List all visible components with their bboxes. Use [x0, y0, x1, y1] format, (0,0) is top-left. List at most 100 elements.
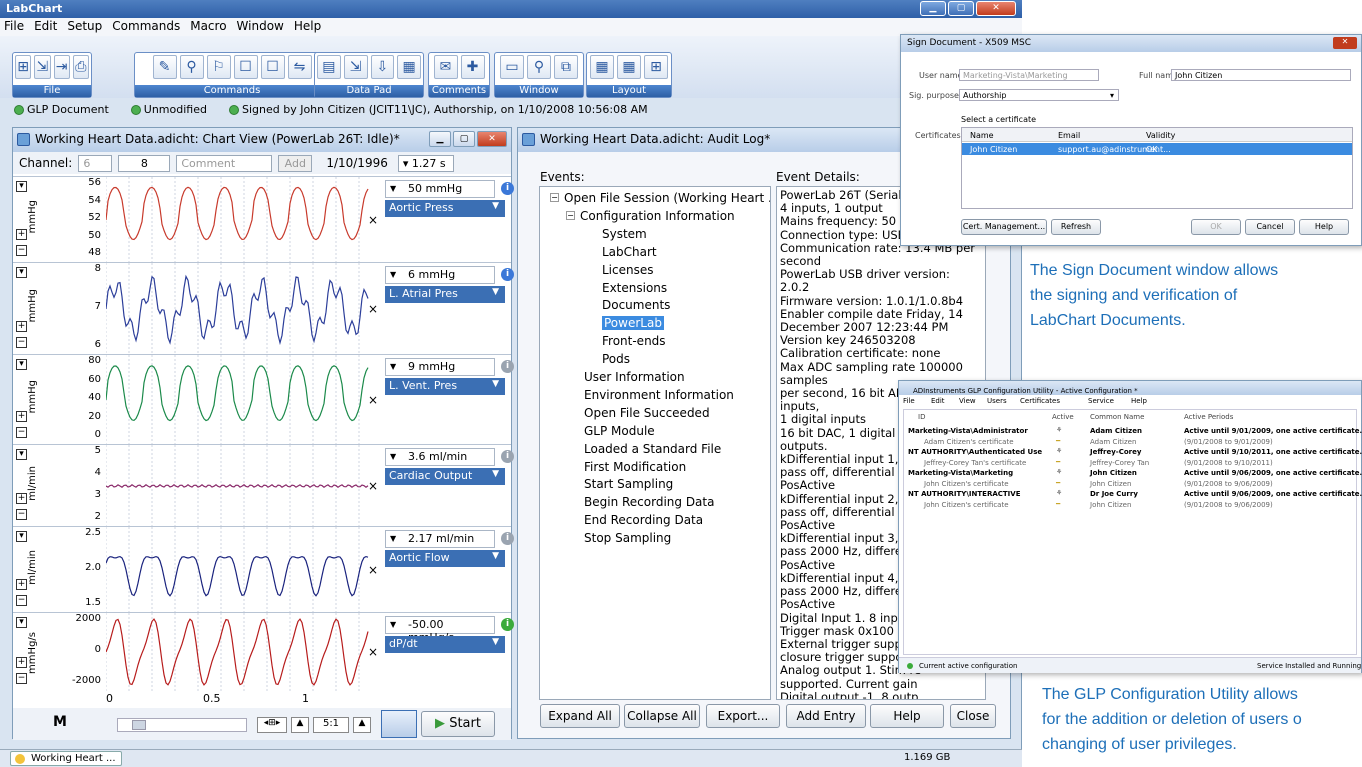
glp-menu-item[interactable]: Users	[987, 397, 1007, 405]
time-scale-dropdown[interactable]: ▾ 1.27 s	[397, 154, 454, 172]
toolbar-icon[interactable]: ☐	[260, 55, 285, 79]
scrollbar-thumb[interactable]	[132, 720, 146, 730]
full-name-field[interactable]: John Citizen	[1171, 69, 1351, 81]
glp-row[interactable]: Jeffrey-Corey Tan's certificate ━ Jeffrey-…	[904, 458, 1356, 468]
menu-item-file[interactable]: File	[4, 19, 24, 35]
toolbar-icon[interactable]: ⇥	[53, 55, 70, 79]
toolbar-icon[interactable]: ▤	[317, 55, 341, 79]
tree-item[interactable]: Stop Sampling	[584, 531, 671, 545]
glp-row[interactable]: Adam Citizen's certificate ━ Adam Citizen (…	[904, 437, 1356, 447]
channel-plot[interactable]: ×	[105, 613, 382, 691]
start-button[interactable]: ▶ Start	[421, 711, 495, 737]
toolbar-icon[interactable]: ⇲	[343, 55, 368, 79]
channel-name-dropdown[interactable]: dP/dt	[385, 636, 505, 653]
glp-menu-item[interactable]: Service	[1088, 397, 1114, 405]
glp-column-header[interactable]: Active	[1052, 413, 1074, 421]
add-comment-button[interactable]: Add	[278, 154, 313, 172]
scale-plus-icon[interactable]: +	[16, 321, 27, 332]
menu-item-commands[interactable]: Commands	[112, 19, 180, 35]
fit-view-button[interactable]: ◂⊞▸	[257, 717, 287, 733]
sig-purpose-select[interactable]: Authorship ▾	[959, 89, 1119, 101]
taskbar-item[interactable]: Working Heart ...	[10, 751, 122, 766]
tree-item[interactable]: User Information	[584, 370, 685, 384]
toolbar-group-label[interactable]: File	[13, 85, 91, 97]
toolbar-group-label[interactable]: Layout	[587, 85, 671, 97]
maximize-button[interactable]: ▢	[948, 1, 974, 16]
toolbar-group-label[interactable]: Data Pad	[315, 85, 423, 97]
events-tree[interactable]: − Open File Session (Working Heart ... − Co…	[539, 186, 771, 700]
tree-item[interactable]: GLP Module	[584, 424, 655, 438]
toolbar-icon[interactable]: ✚	[460, 55, 485, 79]
range-dropdown[interactable]: ▼ 3.6 ml/min	[385, 448, 495, 466]
collapse-icon[interactable]: −	[550, 193, 559, 202]
scale-minus-icon[interactable]: −	[16, 427, 27, 438]
tree-item[interactable]: Front-ends	[602, 334, 666, 348]
toolbar-icon[interactable]: ⚲	[527, 55, 551, 79]
toolbar-icon[interactable]: ⎙	[72, 55, 89, 79]
tree-item[interactable]: Licenses	[602, 263, 654, 277]
scale-minus-icon[interactable]: −	[16, 245, 27, 256]
toolbar-group-label[interactable]: Commands	[135, 85, 329, 97]
toolbar-icon[interactable]: ▦	[617, 55, 641, 79]
range-dropdown[interactable]: ▼ 6 mmHg	[385, 266, 495, 284]
glp-row[interactable]: Marketing-Vista\Administrator ⚘ Adam Citiz…	[904, 426, 1362, 436]
channel-name-dropdown[interactable]: L. Atrial Pres	[385, 286, 505, 303]
toolbar-icon[interactable]: ▦	[397, 55, 421, 79]
tree-item[interactable]: End Recording Data	[584, 513, 703, 527]
toolbar-icon[interactable]: ✉	[433, 55, 458, 79]
glp-menu-item[interactable]: Edit	[931, 397, 945, 405]
cert-management-button[interactable]: Cert. Management...	[961, 219, 1047, 235]
ok-button[interactable]: OK	[1191, 219, 1241, 235]
horizontal-scrollbar[interactable]	[117, 718, 247, 732]
scale-down-icon[interactable]: ▾	[16, 531, 27, 542]
menu-item-window[interactable]: Window	[237, 19, 284, 35]
glp-menu-item[interactable]: File	[903, 397, 915, 405]
range-dropdown[interactable]: ▼ 2.17 ml/min	[385, 530, 495, 548]
tree-item[interactable]: Extensions	[602, 281, 667, 295]
glp-row[interactable]: John Citizen's certificate ━ John Citizen (…	[904, 479, 1356, 489]
tree-item[interactable]: Configuration Information	[580, 209, 735, 223]
channel-name-dropdown[interactable]: Aortic Press	[385, 200, 505, 217]
info-icon[interactable]: i	[501, 182, 514, 195]
tree-item[interactable]: LabChart	[602, 245, 657, 259]
info-icon[interactable]: i	[501, 450, 514, 463]
info-icon[interactable]: i	[501, 268, 514, 281]
channel-stepper[interactable]: 6	[78, 154, 113, 172]
toolbar-icon[interactable]: ☐	[233, 55, 258, 79]
refresh-button[interactable]: Refresh	[1051, 219, 1101, 235]
menu-item-setup[interactable]: Setup	[67, 19, 102, 35]
tree-item[interactable]: First Modification	[584, 460, 686, 474]
channel-number-field[interactable]: 8	[118, 154, 171, 172]
tree-item[interactable]: Open File Succeeded	[584, 406, 710, 420]
glp-row[interactable]: NT AUTHORITY\INTERACTIVE ⚘ Dr Joe Curry Act…	[904, 489, 1362, 499]
toolbar-icon[interactable]: ⇋	[287, 55, 312, 79]
audit-help-button[interactable]: Help	[870, 704, 944, 728]
menu-item-macro[interactable]: Macro	[190, 19, 226, 35]
glp-menu-item[interactable]: View	[959, 397, 976, 405]
toolbar-icon[interactable]: ⇩	[370, 55, 395, 79]
toolbar-icon[interactable]: ⊞	[15, 55, 32, 79]
glp-user-table[interactable]: ID Active Common Name Active Periods Marketi…	[903, 409, 1362, 655]
toolbar-icon[interactable]: ⇲	[34, 55, 51, 79]
minimize-button[interactable]: ▁	[920, 1, 946, 16]
user-name-field[interactable]: Marketing-Vista\Marketing	[959, 69, 1099, 81]
glp-column-header[interactable]: ID	[918, 413, 925, 421]
info-icon[interactable]: i	[501, 618, 514, 631]
scale-plus-icon[interactable]: +	[16, 493, 27, 504]
channel-plot[interactable]: ×	[105, 263, 382, 355]
toolbar-icon[interactable]: ✎	[152, 55, 177, 79]
channel-plot[interactable]: ×	[105, 445, 382, 527]
chart-minimize-button[interactable]: ▁	[429, 131, 451, 147]
scale-down-icon[interactable]: ▾	[16, 267, 27, 278]
scale-plus-icon[interactable]: +	[16, 411, 27, 422]
glp-row[interactable]: John Citizen's certificate ━ John Citizen (…	[904, 500, 1356, 510]
channel-name-dropdown[interactable]: L. Vent. Pres	[385, 378, 505, 395]
range-dropdown[interactable]: ▼-50.00 mmHg/s	[385, 616, 495, 644]
scale-down-icon[interactable]: ▾	[16, 617, 27, 628]
chart-close-button[interactable]: ✕	[477, 131, 507, 147]
toolbar-icon[interactable]: ▭	[500, 55, 524, 79]
scale-minus-icon[interactable]: −	[16, 673, 27, 684]
scale-minus-icon[interactable]: −	[16, 509, 27, 520]
glp-column-header[interactable]: Active Periods	[1184, 413, 1233, 421]
certificates-list[interactable]: Name Email Validity John Citizen support…	[961, 127, 1353, 209]
